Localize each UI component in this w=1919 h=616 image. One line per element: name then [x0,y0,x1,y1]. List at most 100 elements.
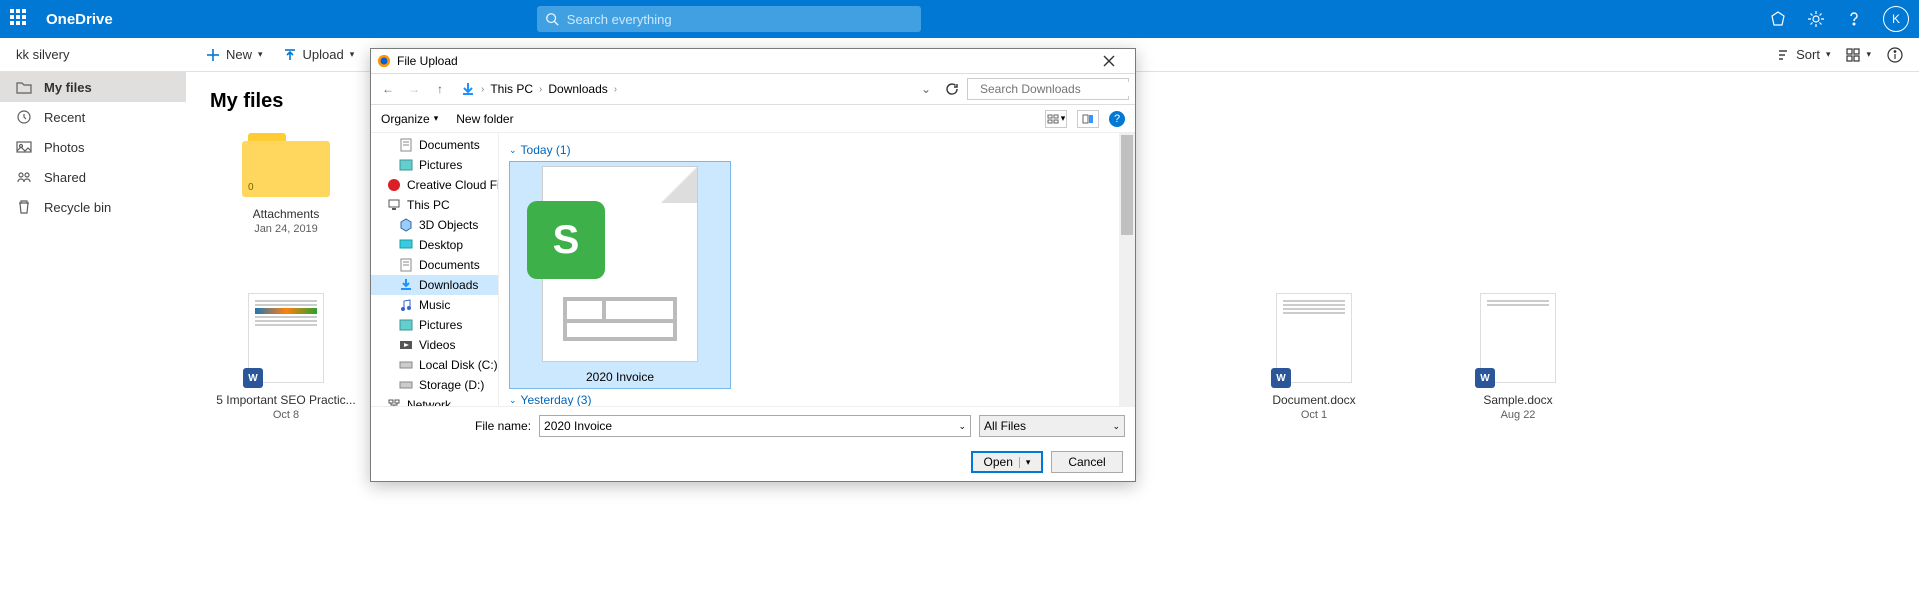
global-search[interactable] [537,6,921,32]
file-tile[interactable]: W Document.docx Oct 1 [1244,293,1384,421]
group-header[interactable]: ⌄Yesterday (3) [509,393,1125,406]
new-button[interactable]: New ▾ [206,47,263,62]
word-icon: W [243,368,263,388]
sidebar-item-recycle[interactable]: Recycle bin [0,192,186,222]
sidebar-item-recent[interactable]: Recent [0,102,186,132]
chevron-down-icon[interactable]: ⌄ [921,82,937,96]
tree-label: Music [419,298,450,312]
help-icon[interactable]: ? [1109,111,1125,127]
new-label: New [226,47,252,62]
tree-item[interactable]: Desktop [371,235,498,255]
tree-label: Videos [419,338,455,352]
tree-item[interactable]: Pictures [371,155,498,175]
sidebar-item-label: My files [44,80,92,95]
file-item[interactable]: S 2020 Invoice [509,161,731,389]
3d-icon [399,218,413,232]
refresh-button[interactable] [941,78,963,100]
tree-label: This PC [407,198,450,212]
dialog-search[interactable] [967,78,1129,100]
tile-date: Jan 24, 2019 [254,223,318,235]
view-button[interactable]: ▾ [1846,48,1871,62]
cancel-button[interactable]: Cancel [1051,451,1123,473]
doc-thumb: W [248,293,324,383]
doc-icon [399,138,413,152]
tree-item[interactable]: Music [371,295,498,315]
music-icon [399,298,413,312]
user-avatar[interactable]: K [1883,6,1909,32]
word-icon: W [1271,368,1291,388]
pic-icon [399,318,413,332]
sidebar-item-label: Recent [44,110,85,125]
forward-button[interactable]: → [403,78,425,100]
file-list[interactable]: ⌄Today (1) S 2020 Invoice ⌄Yesterday (3) [499,133,1135,406]
tree-item[interactable]: Videos [371,335,498,355]
tree-item[interactable]: 3D Objects [371,215,498,235]
app-launcher-icon[interactable] [10,9,30,29]
search-icon [545,12,559,26]
tree-label: Storage (D:) [419,378,484,392]
download-arrow-icon [461,82,475,96]
header-icons: K [1769,6,1909,32]
group-header[interactable]: ⌄Today (1) [509,143,1125,157]
sidebar-item-photos[interactable]: Photos [0,132,186,162]
up-button[interactable]: ↑ [429,78,451,100]
tree-item[interactable]: Downloads [371,275,498,295]
tree-label: Desktop [419,238,463,252]
gear-icon[interactable] [1807,10,1825,28]
tree-item[interactable]: Pictures [371,315,498,335]
scrollbar[interactable] [1119,133,1135,406]
preview-pane-button[interactable] [1077,110,1099,128]
dialog-title: File Upload [397,54,458,68]
breadcrumb[interactable]: › This PC › Downloads › ⌄ [455,82,937,96]
chevron-down-icon: ▾ [350,49,355,60]
tree-item[interactable]: Local Disk (C:) [371,355,498,375]
tree-item[interactable]: This PC [371,195,498,215]
info-button[interactable] [1887,47,1903,63]
tree-label: Pictures [419,158,462,172]
pic-icon [399,158,413,172]
back-button[interactable]: ← [377,78,399,100]
file-name: 2020 Invoice [586,366,654,388]
chevron-down-icon: ▾ [1826,49,1831,60]
disk-icon [399,358,413,372]
organize-button[interactable]: Organize ▾ [381,112,438,126]
folder-count: 0 [248,182,254,193]
tree-item[interactable]: Documents [371,255,498,275]
folder-tree[interactable]: Documents Pictures Creative Cloud Fil This … [371,133,499,406]
doc-icon [399,258,413,272]
word-icon: W [1475,368,1495,388]
tree-label: Local Disk (C:) [419,358,498,372]
breadcrumb-item[interactable]: This PC [490,82,533,96]
new-folder-button[interactable]: New folder [456,112,513,126]
help-icon[interactable] [1845,10,1863,28]
global-search-input[interactable] [567,12,913,27]
tree-label: Documents [419,258,480,272]
chevron-down-icon[interactable]: ⌄ [958,421,966,432]
tree-item[interactable]: Creative Cloud Fil [371,175,498,195]
sidebar-item-shared[interactable]: Shared [0,162,186,192]
tree-item[interactable]: Storage (D:) [371,375,498,395]
file-tile[interactable]: W Sample.docx Aug 22 [1448,293,1588,421]
breadcrumb-item[interactable]: Downloads [548,82,607,96]
close-button[interactable] [1089,50,1129,72]
sidebar-item-myfiles[interactable]: My files [0,72,186,102]
file-tile[interactable]: W 5 Important SEO Practic... Oct 8 [216,293,356,421]
premium-icon[interactable] [1769,10,1787,28]
tile-date: Aug 22 [1501,409,1536,421]
tree-label: Network [407,398,451,406]
sort-button[interactable]: Sort ▾ [1776,47,1830,62]
cc-icon [387,178,401,192]
pc-icon [387,198,401,212]
filename-input[interactable]: 2020 Invoice ⌄ [539,415,971,437]
tree-label: 3D Objects [419,218,478,232]
tile-date: Oct 8 [273,409,299,421]
folder-icon: 0 [242,133,330,197]
view-mode-button[interactable]: ▾ [1045,110,1067,128]
file-filter-select[interactable]: All Files ⌄ [979,415,1125,437]
upload-button[interactable]: Upload ▾ [283,47,355,62]
tree-item[interactable]: Documents [371,135,498,155]
doc-thumb: W [1480,293,1556,383]
tree-item[interactable]: Network [371,395,498,406]
dialog-search-input[interactable] [980,82,1135,96]
open-button[interactable]: Open ▾ [971,451,1043,473]
